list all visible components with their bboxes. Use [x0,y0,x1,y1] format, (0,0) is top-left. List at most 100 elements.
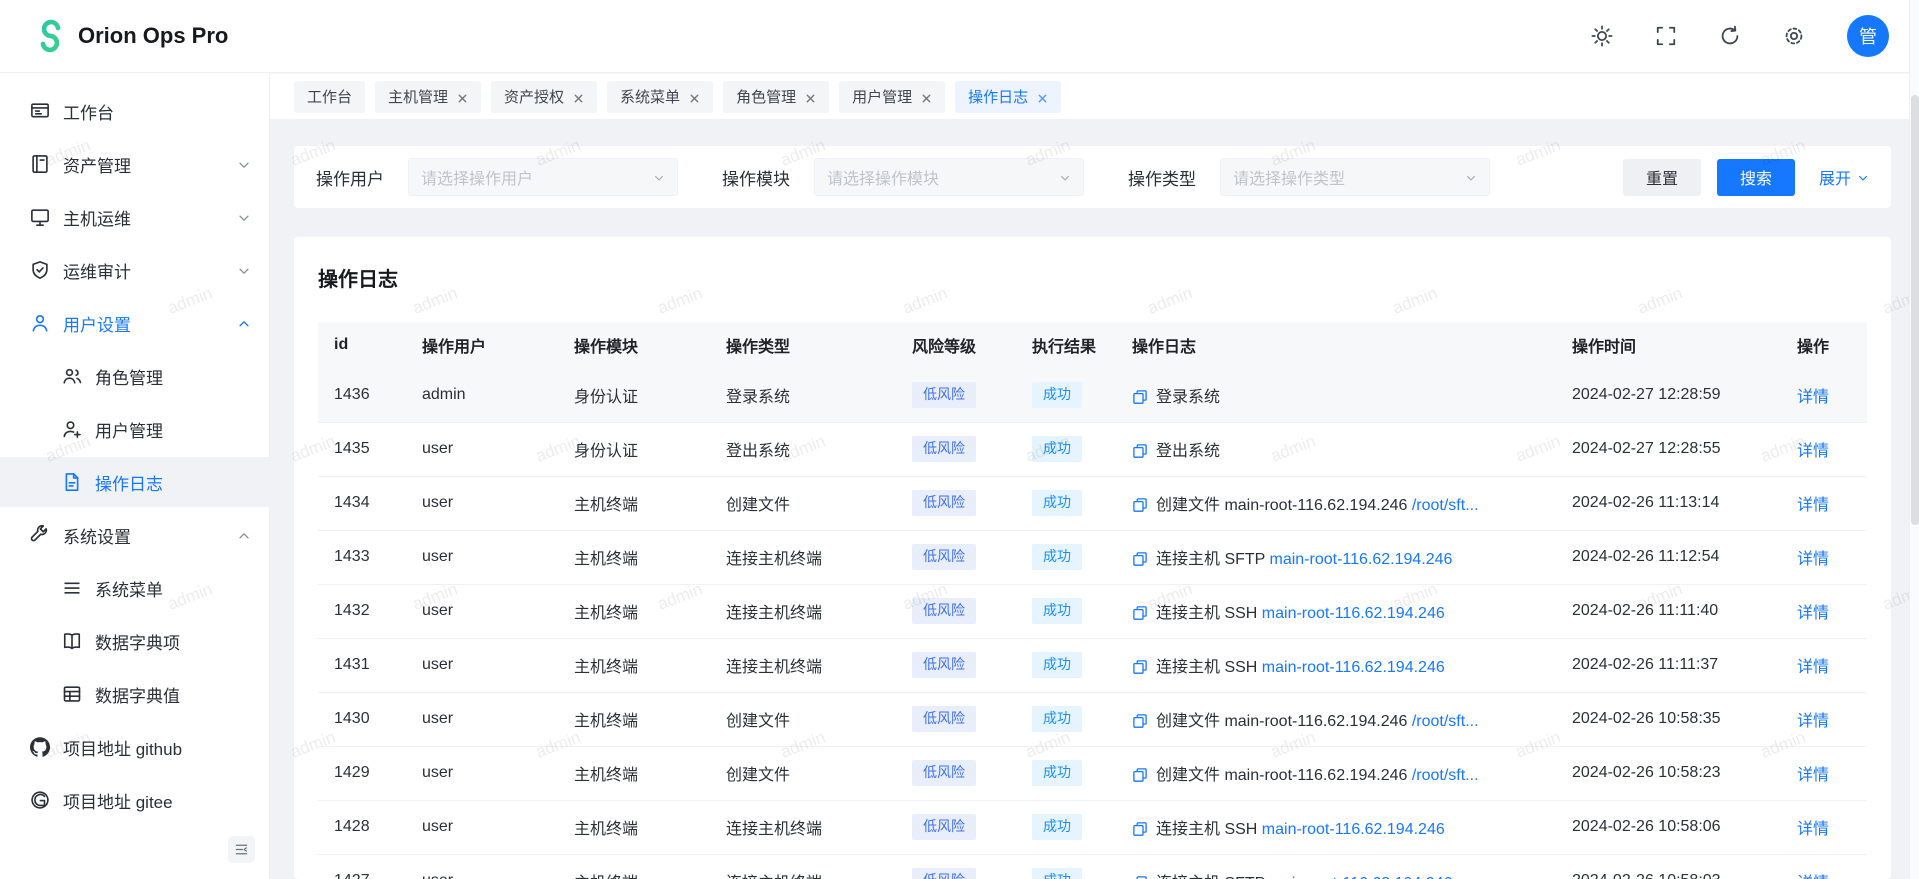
tab-close-icon[interactable] [1037,91,1048,102]
tab-item[interactable]: 角色管理 [723,81,829,113]
tab-close-icon[interactable] [573,91,584,102]
tab-item[interactable]: 系统菜单 [607,81,713,113]
cell-user: user [406,476,558,530]
detail-link[interactable]: 详情 [1797,389,1829,406]
cell-id: 1432 [318,584,406,638]
copy-icon [1132,443,1148,459]
log-table: id操作用户操作模块操作类型风险等级执行结果操作日志操作时间操作 1436adm… [318,322,1867,879]
log-link[interactable]: /root/sft... [1412,713,1479,730]
sidebar-item[interactable]: 系统设置 [0,510,269,560]
tab-item[interactable]: 用户管理 [839,81,945,113]
sidebar-item[interactable]: 工作台 [0,86,269,136]
risk-badge: 低风险 [912,382,976,408]
sidebar-item[interactable]: 资产管理 [0,139,269,189]
log-link[interactable]: main-root-116.62.194.246 [1270,551,1453,568]
tab-item[interactable]: 工作台 [294,81,365,113]
filter-select[interactable]: 请选择操作类型 [1220,158,1490,196]
copy-icon [1132,875,1148,879]
tab-close-icon[interactable] [457,91,468,102]
theme-icon[interactable] [1591,25,1613,47]
detail-link[interactable]: 详情 [1797,551,1829,568]
sidebar-item[interactable]: 运维审计 [0,245,269,295]
sidebar-subitem[interactable]: 数据字典项 [0,616,269,666]
asset-icon [30,154,50,174]
cell-log: 创建文件 main-root-116.62.194.246 /root/sft.… [1116,476,1556,530]
scrollbar-thumb[interactable] [1911,95,1919,525]
cell-module: 主机终端 [558,746,710,800]
filter-select[interactable]: 请选择操作用户 [408,158,678,196]
sidebar-item-label: 系统设置 [63,523,224,548]
host-icon [30,207,50,227]
filter-actions: 重置 搜索 展开 [1623,159,1869,196]
brand[interactable]: Orion Ops Pro [30,18,228,54]
column-header: 操作日志 [1116,322,1556,368]
log-link[interactable]: /root/sft... [1412,497,1479,514]
detail-link[interactable]: 详情 [1797,659,1829,676]
sidebar-collapse-button[interactable] [228,836,255,863]
log-link[interactable]: main-root-116.62.194.246 [1270,875,1453,879]
result-badge: 成功 [1032,868,1082,879]
expand-label: 展开 [1819,165,1851,189]
cell-risk: 低风险 [896,746,1016,800]
tab-active[interactable]: 操作日志 [955,81,1061,113]
settings-gear-icon[interactable] [1783,25,1805,47]
detail-link[interactable]: 详情 [1797,497,1829,514]
cell-module: 主机终端 [558,638,710,692]
cell-result: 成功 [1016,854,1116,879]
cell-user: user [406,530,558,584]
tab-item[interactable]: 资产授权 [491,81,597,113]
copy-icon [1132,767,1148,783]
log-link[interactable]: main-root-116.62.194.246 [1262,605,1445,622]
cell-log: 连接主机 SFTP main-root-116.62.194.246 [1116,530,1556,584]
page-scrollbar[interactable] [1909,0,1919,879]
select-placeholder: 请选择操作类型 [1233,165,1345,189]
sidebar-item[interactable]: 用户设置 [0,298,269,348]
fullscreen-icon[interactable] [1655,25,1677,47]
detail-link[interactable]: 详情 [1797,875,1829,879]
log-link[interactable]: main-root-116.62.194.246 [1262,659,1445,676]
tab-close-icon[interactable] [805,91,816,102]
tab-label: 角色管理 [736,86,796,107]
detail-link[interactable]: 详情 [1797,605,1829,622]
cell-type: 登录系统 [710,368,896,422]
log-link[interactable]: /root/sft... [1412,767,1479,784]
tab-item[interactable]: 主机管理 [375,81,481,113]
sidebar-subitem-label: 用户管理 [95,417,251,442]
sidebar-subitem[interactable]: 用户管理 [0,404,269,454]
chevron-down-icon [237,263,251,277]
detail-link[interactable]: 详情 [1797,443,1829,460]
result-badge: 成功 [1032,706,1082,732]
cell-type: 连接主机终端 [710,854,896,879]
detail-link[interactable]: 详情 [1797,767,1829,784]
tab-close-icon[interactable] [689,91,700,102]
sidebar-subitem[interactable]: 系统菜单 [0,563,269,613]
refresh-icon[interactable] [1719,25,1741,47]
cell-result: 成功 [1016,530,1116,584]
expand-toggle[interactable]: 展开 [1819,165,1869,189]
user-avatar[interactable]: 管 [1847,15,1889,57]
column-header: id [318,322,406,368]
detail-link[interactable]: 详情 [1797,821,1829,838]
reset-button[interactable]: 重置 [1623,159,1701,196]
sidebar-item[interactable]: 项目地址 gitee [0,775,269,825]
tab-bar: 工作台主机管理资产授权系统菜单 角色管理 用户管理操作日志 [270,73,1919,119]
risk-badge: 低风险 [912,436,976,462]
sidebar-item[interactable]: 主机运维 [0,192,269,242]
chevron-up-icon [237,316,251,330]
cell-module: 主机终端 [558,530,710,584]
risk-badge: 低风险 [912,814,976,840]
cell-type: 登出系统 [710,422,896,476]
copy-icon [1132,713,1148,729]
sidebar-item[interactable]: 项目地址 github [0,722,269,772]
log-link[interactable]: main-root-116.62.194.246 [1262,821,1445,838]
sidebar-subitem[interactable]: 操作日志 [0,457,269,507]
search-button[interactable]: 搜索 [1717,159,1795,196]
sidebar-subitem[interactable]: 数据字典值 [0,669,269,719]
tab-close-icon[interactable] [921,91,932,102]
result-badge: 成功 [1032,382,1082,408]
detail-link[interactable]: 详情 [1797,713,1829,730]
cell-user: user [406,800,558,854]
cell-action: 详情 [1781,422,1867,476]
filter-select[interactable]: 请选择操作模块 [814,158,1084,196]
sidebar-subitem[interactable]: 角色管理 [0,351,269,401]
